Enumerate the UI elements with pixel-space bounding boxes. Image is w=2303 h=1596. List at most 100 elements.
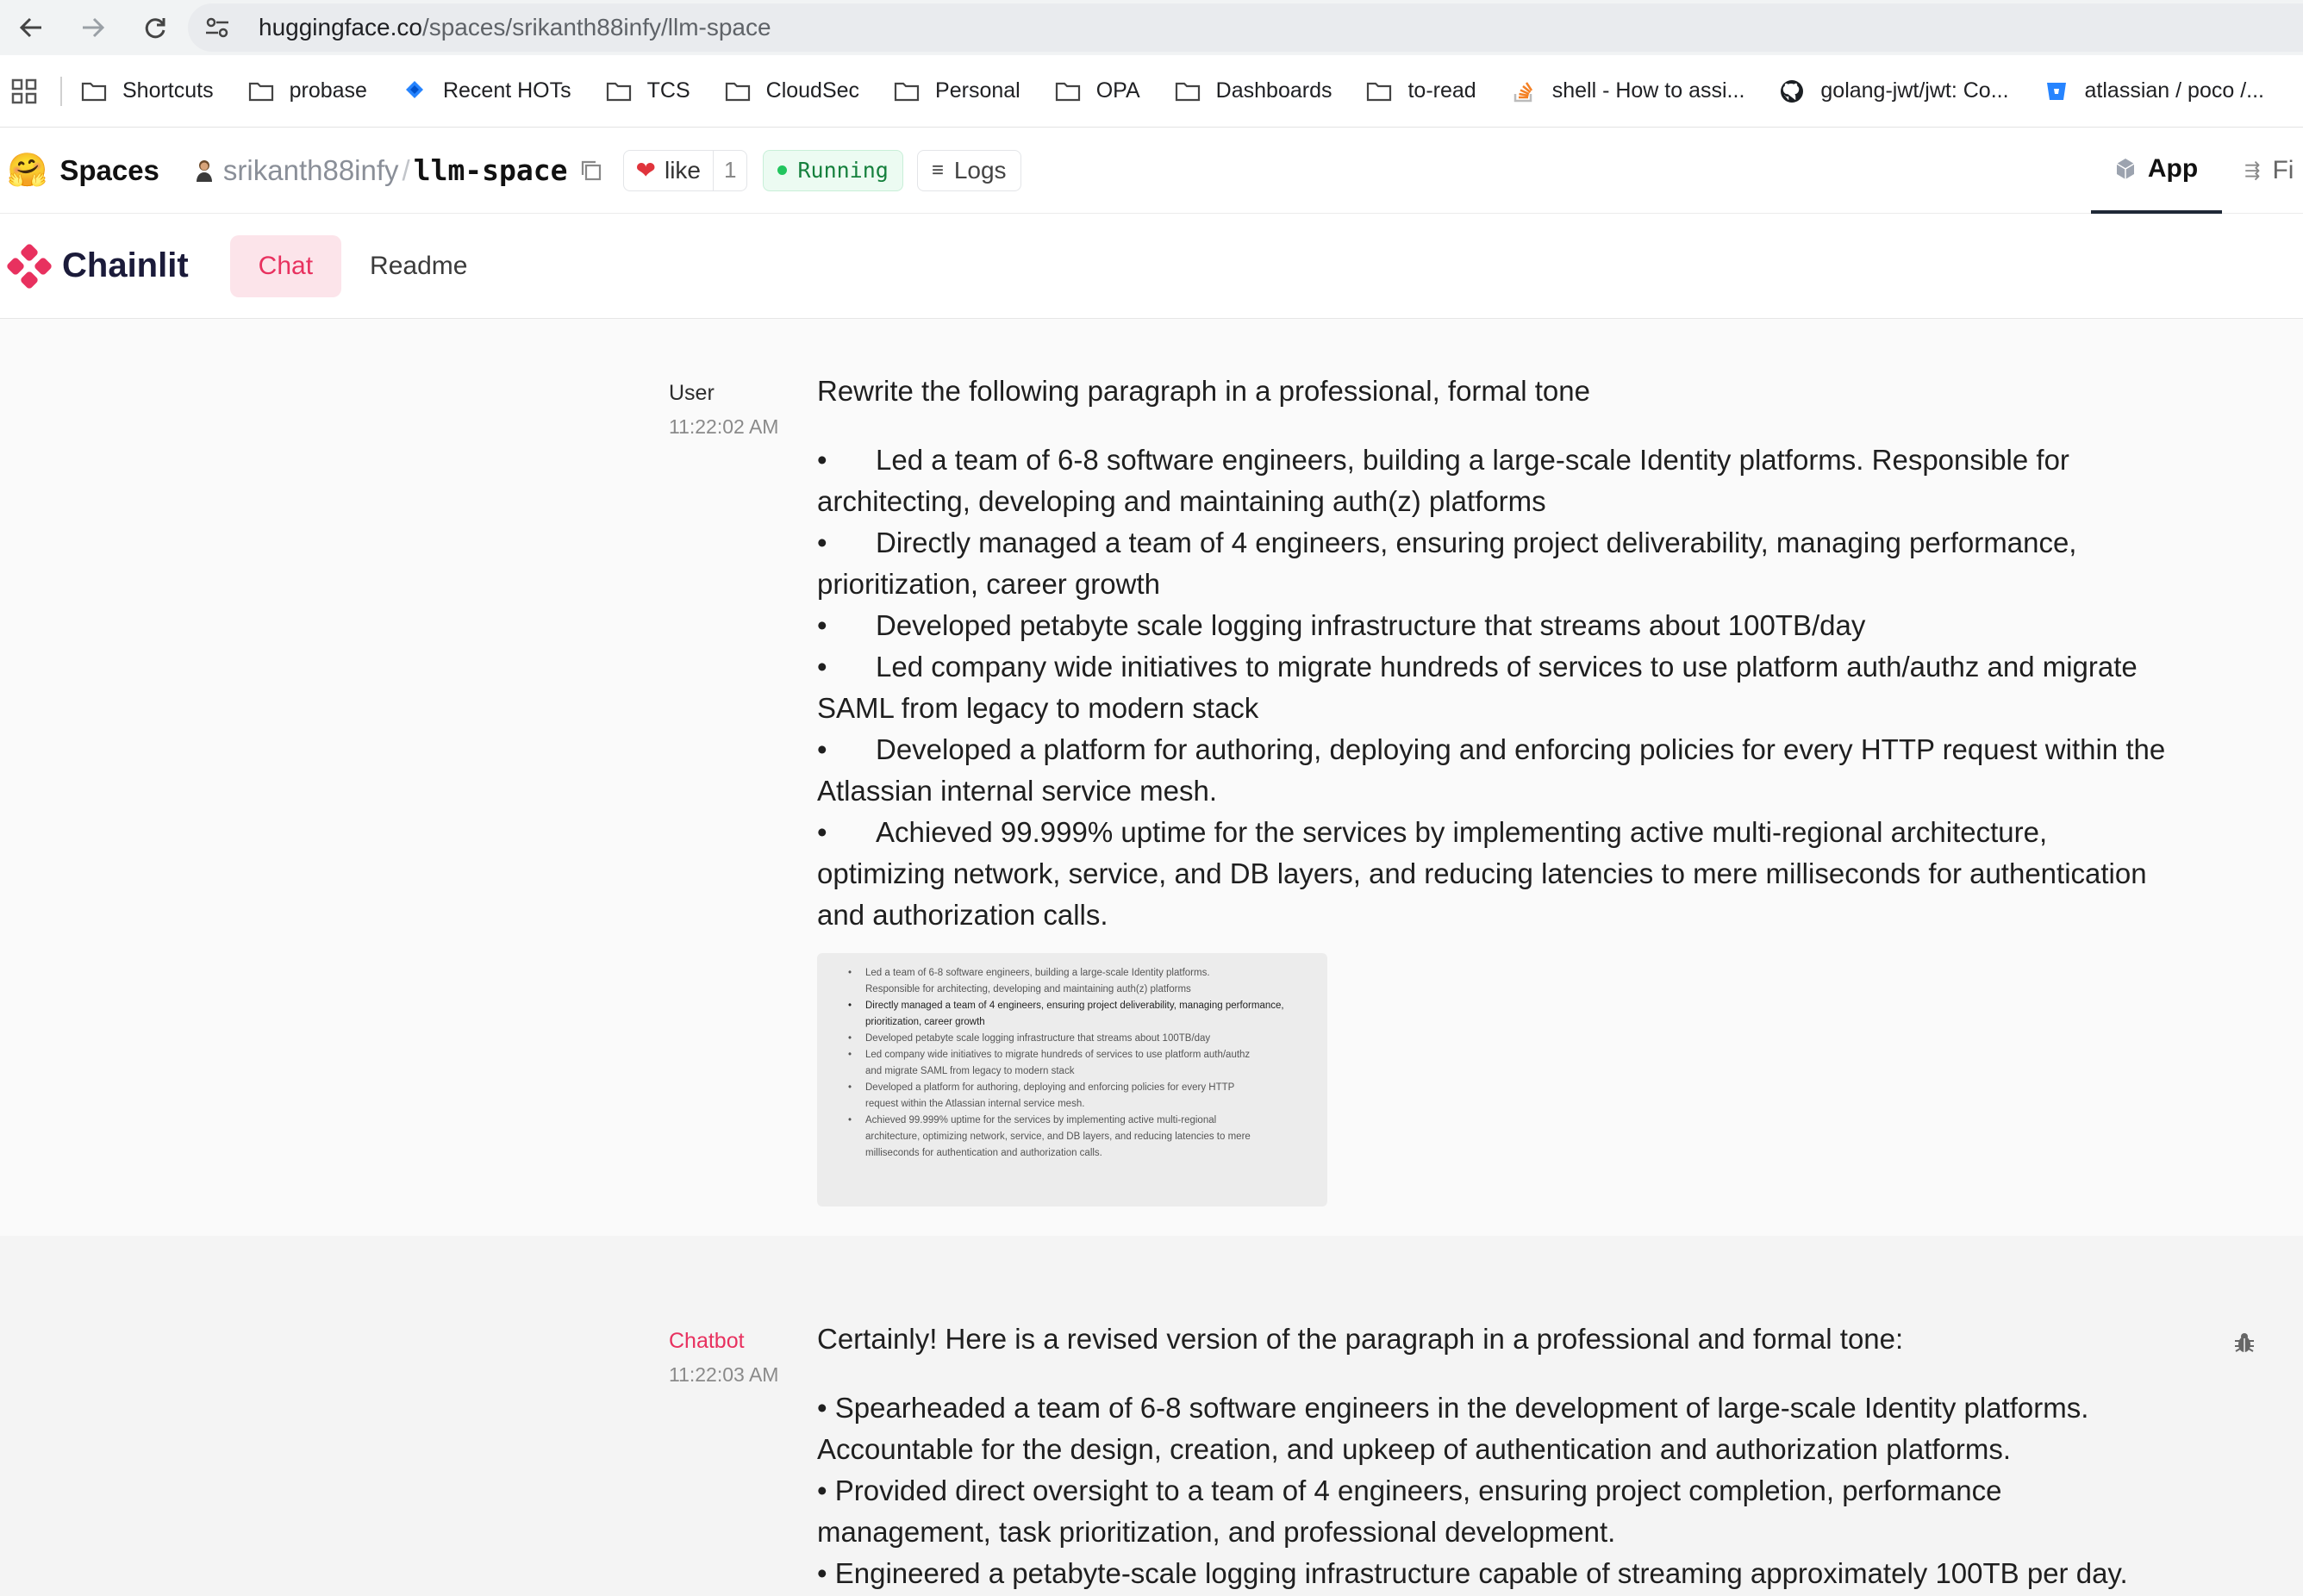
debug-bug-icon[interactable] xyxy=(2232,1331,2256,1355)
list-item: • Led a team of 6-8 software engineers, b… xyxy=(817,440,2248,522)
logs-button[interactable]: ≡ Logs xyxy=(916,149,1021,191)
tab-readme[interactable]: Readme xyxy=(341,235,496,297)
list-item-text: • Spearheaded a team of 6-8 software eng… xyxy=(817,1392,2089,1424)
bookmark-item[interactable]: Recent HOTs xyxy=(400,78,571,103)
copy-icon[interactable] xyxy=(578,158,604,184)
list-item-text: Led a team of 6-8 software engineers, bu… xyxy=(876,444,2069,476)
like-label: like xyxy=(664,156,701,184)
bookmarks-divider xyxy=(60,76,62,106)
back-button[interactable] xyxy=(0,0,62,55)
heart-icon: ❤ xyxy=(635,157,656,184)
list-item: • Developed a platform for authoring, dep… xyxy=(817,729,2248,812)
attachment-image[interactable]: • Led a team of 6-8 software engineers, b… xyxy=(817,953,1327,1206)
bookmark-label: shell - How to assi... xyxy=(1551,78,1745,103)
bookmark-item[interactable]: TCS xyxy=(604,78,690,103)
attachment-line: Responsible for architecting, developing… xyxy=(833,982,1312,998)
bookmark-item[interactable]: golang-jwt/jwt: Co... xyxy=(1777,78,2009,103)
bookmark-label: OPA xyxy=(1095,78,1140,103)
bookmark-item[interactable]: OPA xyxy=(1053,78,1140,103)
forward-button[interactable] xyxy=(62,0,124,55)
github-icon xyxy=(1777,79,1807,103)
hugging-face-logo-icon[interactable]: 🤗 xyxy=(7,152,47,190)
attachment-line: and migrate SAML from legacy to modern s… xyxy=(833,1063,1312,1080)
attachment-text: Developed a platform for authoring, depl… xyxy=(865,1082,1235,1093)
site-settings-icon[interactable] xyxy=(193,3,241,52)
bookmark-item[interactable]: Personal xyxy=(892,78,1020,103)
space-repo-name[interactable]: llm-space xyxy=(414,153,568,187)
attachment-bullet: • xyxy=(848,1115,852,1125)
folder-icon xyxy=(1053,79,1083,103)
list-item-text: SAML from legacy to modern stack xyxy=(817,692,1259,724)
list-item-text: and authorization calls. xyxy=(817,899,1108,931)
reload-button[interactable] xyxy=(124,0,186,55)
space-owner-link[interactable]: srikanth88infy xyxy=(223,154,399,187)
bookmark-item[interactable]: Shortcuts xyxy=(79,78,214,103)
list-item-text: • Provided direct oversight to a team of… xyxy=(817,1474,2002,1506)
list-item: • Led company wide initiatives to migrate… xyxy=(817,646,2248,729)
status-label: Running xyxy=(797,158,889,183)
bookmark-item[interactable]: CloudSec xyxy=(723,78,859,103)
attachment-bullet xyxy=(833,1129,865,1145)
bullet-list: • Spearheaded a team of 6-8 software eng… xyxy=(817,1387,2248,1596)
bullet-marker: • xyxy=(817,733,827,765)
message-intro: Rewrite the following paragraph in a pro… xyxy=(817,375,1590,407)
spaces-link[interactable]: Spaces xyxy=(59,154,159,187)
url-path: /spaces/srikanth88infy/llm-space xyxy=(421,14,771,41)
bookmark-label: atlassian / poco /... xyxy=(2084,78,2264,103)
bookmark-item[interactable]: probase xyxy=(247,78,367,103)
folder-icon xyxy=(1364,79,1394,103)
tab-app[interactable]: App xyxy=(2091,128,2222,214)
bullet-list: • Led a team of 6-8 software engineers, b… xyxy=(817,440,2248,936)
list-item-text: Directly managed a team of 4 engineers, … xyxy=(876,527,2077,558)
status-badge[interactable]: Running xyxy=(763,149,903,191)
chainlit-logo[interactable]: Chainlit xyxy=(7,243,189,289)
tab-app-label: App xyxy=(2147,154,2199,183)
tab-chat[interactable]: Chat xyxy=(229,234,342,297)
jira-icon xyxy=(400,79,429,103)
list-item: • Directly managed a team of 4 engineers,… xyxy=(817,522,2248,605)
attachment-line: request within the Atlassian internal se… xyxy=(833,1096,1312,1113)
attachment-text: and migrate SAML from legacy to modern s… xyxy=(865,1066,1075,1076)
list-item-text: • Engineered a petabyte-scale logging in… xyxy=(817,1557,2128,1589)
bookmark-label: CloudSec xyxy=(765,78,860,103)
like-button[interactable]: ❤ like 1 xyxy=(622,149,748,191)
bullet-marker: • xyxy=(817,527,827,558)
hf-space-header: 🤗 Spaces srikanth88infy / llm-space ❤ lik… xyxy=(0,128,2303,214)
attachment-line: • Achieved 99.999% uptime for the service… xyxy=(833,1113,1312,1129)
tab-files[interactable]: ⇶ Fi xyxy=(2244,128,2303,214)
list-item-text: Accountable for the design, creation, an… xyxy=(817,1433,2012,1465)
bookmark-item[interactable]: to-read xyxy=(1364,78,1476,103)
attachment-bullet: • xyxy=(848,1033,852,1044)
bookmark-item[interactable]: Dashboards xyxy=(1173,78,1332,103)
bookmark-label: golang-jwt/jwt: Co... xyxy=(1820,78,2009,103)
bookmark-label: to-read xyxy=(1407,78,1476,103)
attachment-bullet xyxy=(833,982,865,998)
chat-area[interactable]: User 11:22:02 AM Rewrite the following p… xyxy=(0,319,2303,1596)
path-separator: / xyxy=(402,153,410,186)
attachment-text: Led a team of 6-8 software engineers, bu… xyxy=(865,968,1210,978)
attachment-bullet xyxy=(833,1096,865,1113)
message-timestamp: 11:22:02 AM xyxy=(669,415,779,438)
apps-grid-icon[interactable] xyxy=(0,78,48,104)
attachment-bullet: • xyxy=(848,1082,852,1093)
folder-icon xyxy=(1173,79,1202,103)
bookmark-label: Shortcuts xyxy=(122,78,214,103)
attachment-text: Directly managed a team of 4 engineers, … xyxy=(865,1001,1284,1011)
reload-icon xyxy=(145,18,165,39)
message-author: User xyxy=(669,381,715,405)
bookmark-list: Shortcuts probase Recent HOTs TCS CloudSec Pe… xyxy=(79,78,2297,103)
logs-icon: ≡ xyxy=(931,158,944,182)
bookmark-item[interactable]: atlassian / poco /... xyxy=(2042,78,2264,103)
message-timestamp: 11:22:03 AM xyxy=(669,1363,779,1386)
list-item-text: optimizing network, service, and DB laye… xyxy=(817,857,2147,889)
folder-icon xyxy=(723,79,752,103)
address-bar[interactable]: huggingface.co/spaces/srikanth88infy/llm… xyxy=(188,3,2303,52)
chatbot-message: Chatbot 11:22:03 AM Certainly! Here is a… xyxy=(0,1236,2303,1596)
message-intro: Certainly! Here is a revised version of … xyxy=(817,1323,1904,1355)
attachment-text: Achieved 99.999% uptime for the services… xyxy=(865,1115,1217,1125)
attachment-text: milliseconds for authentication and auth… xyxy=(865,1148,1102,1158)
bookmark-label: Recent HOTs xyxy=(442,78,571,103)
bookmark-item[interactable]: shell - How to assi... xyxy=(1509,78,1745,103)
list-item-text: Led company wide initiatives to migrate … xyxy=(876,651,2138,683)
bullet-marker: • xyxy=(817,444,827,476)
